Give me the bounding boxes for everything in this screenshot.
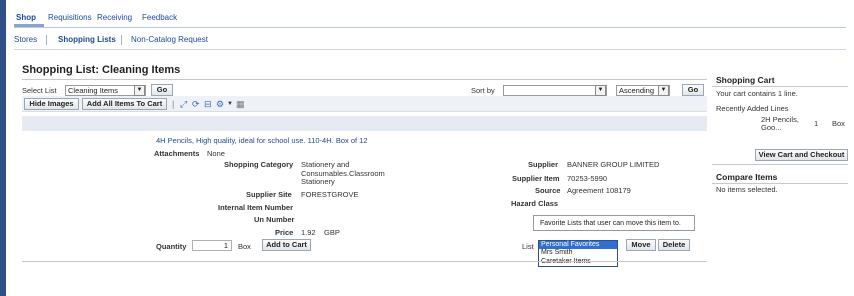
hazard-class-label: Hazard Class — [511, 199, 559, 208]
shopping-category-value: Stationery and — [301, 160, 350, 169]
supplier-label: Supplier — [528, 160, 559, 169]
list-select[interactable]: Personal Favorites Mrs Smith Caretaker I… — [538, 240, 618, 267]
recently-added-label: Recently Added Lines — [716, 104, 789, 113]
toolbar-separator: | — [172, 99, 175, 109]
subtab-stores[interactable]: Stores — [14, 35, 37, 44]
view-cart-checkout-button[interactable]: View Cart and Checkout — [755, 149, 848, 161]
shopping-category-label: Shopping Category — [224, 160, 294, 169]
expand-icon[interactable]: ⤢ — [180, 99, 187, 110]
compare-items-text: No items selected. — [716, 185, 778, 194]
list-label: List — [522, 242, 534, 251]
delete-button[interactable]: Delete — [658, 239, 690, 251]
internal-item-number-label: Internal Item Number — [218, 203, 294, 212]
refresh-icon[interactable]: ⟳ — [192, 99, 200, 110]
attachments-value: None — [207, 149, 225, 158]
item-header-band — [22, 116, 707, 131]
subtab-non-catalog-request[interactable]: Non-Catalog Request — [131, 35, 208, 44]
compare-items-title: Compare Items — [716, 172, 778, 182]
title-rule — [22, 79, 707, 80]
sort-go-button[interactable]: Go — [682, 84, 704, 96]
tab-receiving[interactable]: Receiving — [97, 13, 132, 22]
supplier-item-value: 70253-5990 — [567, 174, 608, 183]
sort-order-dropdown[interactable]: Ascending ▼ — [616, 85, 670, 96]
chevron-down-icon: ▼ — [658, 85, 669, 96]
grid-icon[interactable]: ▦ — [236, 99, 245, 110]
add-to-cart-button[interactable]: Add to Cart — [262, 239, 311, 251]
item-description-link[interactable]: 4H Pencils, High quality, ideal for scho… — [156, 136, 368, 145]
tab-divider — [14, 27, 846, 28]
tab-shop[interactable]: Shop — [16, 13, 36, 22]
recent-item-uom: Box — [832, 119, 845, 128]
recent-item-qty: 1 — [814, 119, 819, 128]
subtab-separator — [46, 35, 47, 45]
supplier-site-value: FORESTGROVE — [301, 190, 359, 199]
subtab-divider — [14, 49, 846, 50]
hide-images-button[interactable]: Hide Images — [24, 98, 79, 110]
cart-count-text: Your cart contains 1 line. — [716, 89, 798, 98]
move-button[interactable]: Move — [626, 239, 656, 251]
attachments-label: Attachments — [154, 149, 200, 158]
supplier-value: BANNER GROUP LIMITED — [567, 160, 660, 169]
page-title: Shopping List: Cleaning Items — [22, 64, 181, 76]
un-number-label: Un Number — [254, 215, 295, 224]
shopping-category-value: Stationery — [301, 177, 335, 186]
price-value: 1.92 — [301, 228, 316, 237]
item-bottom-rule — [22, 261, 707, 262]
chevron-down-icon[interactable]: ▼ — [227, 101, 233, 107]
select-list-value: Cleaning Items — [68, 86, 119, 95]
go-button[interactable]: Go — [151, 84, 173, 96]
list-tooltip: Favorite Lists that user can move this i… — [533, 215, 695, 231]
quantity-label: Quantity — [156, 242, 187, 251]
list-option[interactable]: Mrs Smith — [539, 249, 617, 257]
export-icon[interactable]: ⊟ — [204, 99, 212, 110]
add-all-to-cart-button[interactable]: Add All Items To Cart — [82, 98, 167, 110]
supplier-item-label: Supplier Item — [512, 174, 560, 183]
select-list-label: Select List — [22, 86, 57, 95]
subtab-shopping-lists[interactable]: Shopping Lists — [58, 35, 116, 44]
shopping-cart-title: Shopping Cart — [716, 75, 775, 85]
select-list-dropdown[interactable]: Cleaning Items ▼ — [65, 85, 146, 96]
sort-by-label: Sort by — [471, 86, 495, 95]
panel-rule — [712, 86, 848, 87]
supplier-site-label: Supplier Site — [246, 190, 292, 199]
source-value: Agreement 108179 — [567, 186, 631, 195]
price-currency: GBP — [324, 228, 340, 237]
sort-order-value: Ascending — [619, 86, 655, 95]
panel-rule — [712, 164, 848, 165]
panel-rule — [712, 183, 848, 184]
chevron-down-icon: ▼ — [595, 85, 606, 96]
tab-requisitions[interactable]: Requisitions — [48, 13, 92, 22]
recent-item-name[interactable]: Goo... — [761, 123, 781, 132]
tab-feedback[interactable]: Feedback — [142, 13, 177, 22]
uom-label: Box — [238, 242, 251, 251]
subtab-separator — [121, 35, 122, 45]
left-accent-bar — [0, 0, 6, 296]
quantity-input[interactable]: 1 — [192, 240, 232, 251]
price-label: Price — [275, 228, 294, 237]
sort-by-dropdown[interactable]: ▼ — [503, 85, 607, 96]
chevron-down-icon: ▼ — [134, 85, 145, 96]
source-label: Source — [535, 186, 561, 195]
gear-icon[interactable]: ⚙ — [216, 99, 224, 110]
list-option[interactable]: Personal Favorites — [539, 241, 617, 250]
